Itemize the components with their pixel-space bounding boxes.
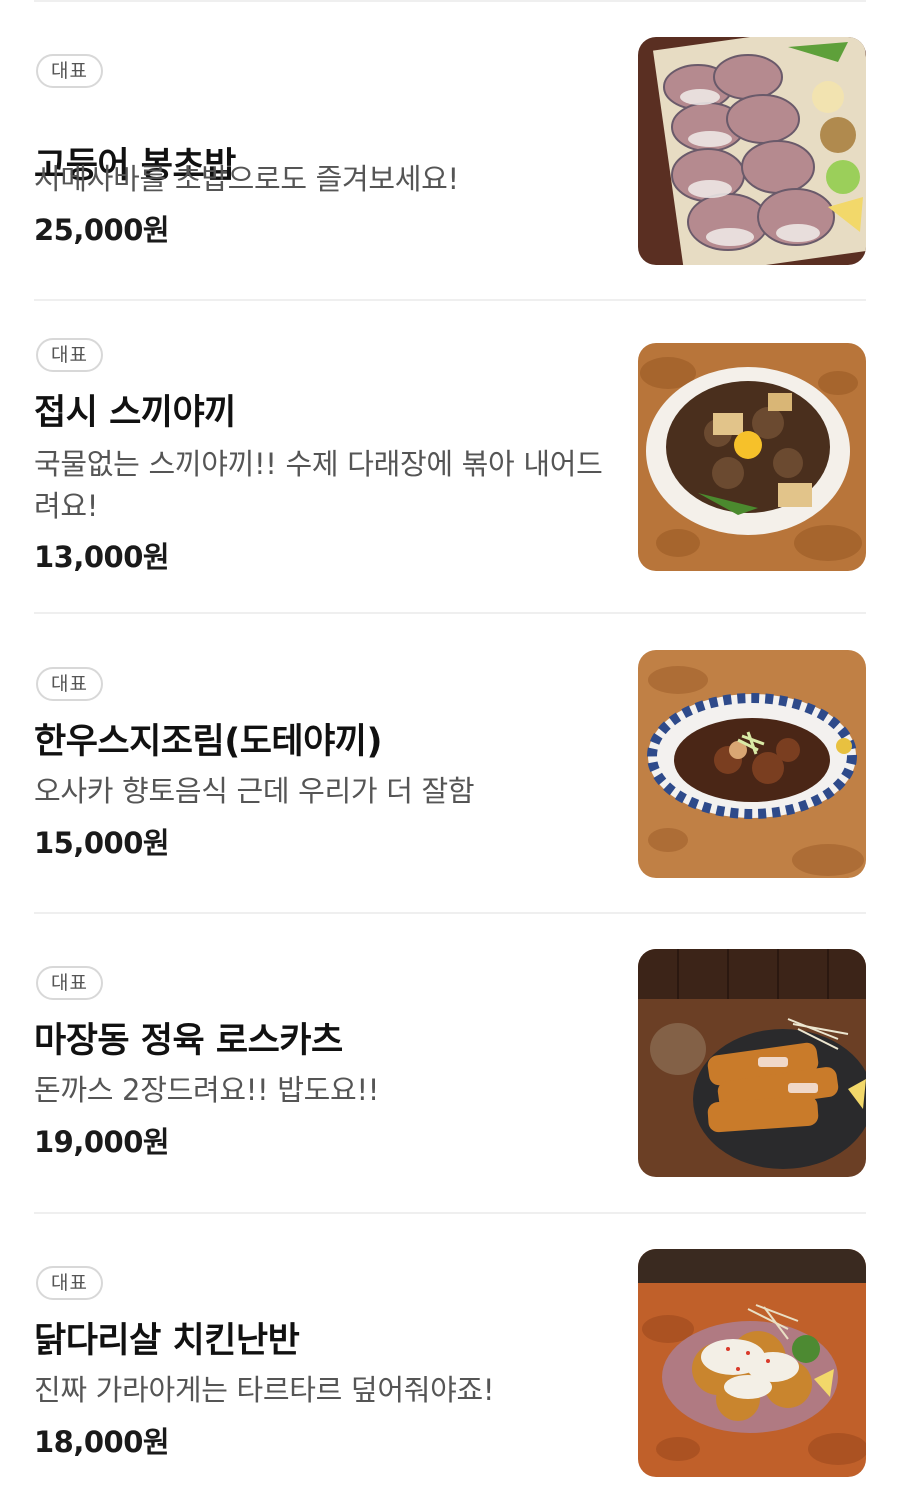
chicken-nanban-photo[interactable] (638, 1249, 866, 1477)
menu-divider (34, 1212, 866, 1214)
menu-item-description: 시메사바를 초밥으로도 즐겨보세요! (34, 162, 459, 196)
menu-item[interactable]: 대표 닭다리살 치킨난반 진짜 가라아게는 타르타르 덮어줘야죠! 18,000… (34, 1249, 866, 1477)
sukiyaki-plate-photo[interactable] (638, 343, 866, 571)
menu-item[interactable]: 대표 마장동 정육 로스카츠 돈까스 2장드려요!! 밥도요!! 19,000원 (34, 949, 866, 1177)
top-divider (34, 0, 866, 2)
pork-cutlet-photo[interactable] (638, 949, 866, 1177)
signature-badge: 대표 (36, 1266, 103, 1300)
menu-item-price: 19,000원 (34, 1125, 170, 1159)
menu-item-price: 13,000원 (34, 540, 170, 574)
menu-item[interactable]: 대표 고등어 봉초밥 시메사바를 초밥으로도 즐겨보세요! 25,000원 (34, 37, 866, 265)
mackerel-sushi-photo[interactable] (638, 37, 866, 265)
menu-item-price: 18,000원 (34, 1425, 170, 1459)
menu-item-description: 오사카 향토음식 근데 우리가 더 잘함 (34, 774, 475, 808)
menu-item-name: 접시 스끼야끼 (34, 393, 236, 433)
menu-divider (34, 299, 866, 301)
beef-tendon-stew-photo[interactable] (638, 650, 866, 878)
signature-badge: 대표 (36, 338, 103, 372)
menu-item-name: 마장동 정육 로스카츠 (34, 1021, 343, 1061)
menu-divider (34, 612, 866, 614)
menu-item-price: 15,000원 (34, 826, 170, 860)
menu-item-name: 한우스지조림(도테야끼) (34, 722, 383, 762)
signature-badge: 대표 (36, 667, 103, 701)
menu-item-description: 진짜 가라아게는 타르타르 덮어줘야죠! (34, 1373, 495, 1407)
menu-item-name: 닭다리살 치킨난반 (34, 1321, 300, 1361)
signature-badge: 대표 (36, 54, 103, 88)
menu-item-description: 돈까스 2장드려요!! 밥도요!! (34, 1073, 380, 1107)
signature-badge: 대표 (36, 966, 103, 1000)
menu-item-description: 국물없는 스끼야끼!! 수제 다래장에 볶아 내어드려요! (34, 447, 603, 523)
menu-item[interactable]: 대표 한우스지조림(도테야끼) 오사카 향토음식 근데 우리가 더 잘함 15,… (34, 650, 866, 878)
menu-item[interactable]: 대표 접시 스끼야끼 국물없는 스끼야끼!! 수제 다래장에 볶아 내어드려요!… (34, 338, 866, 574)
menu-divider (34, 912, 866, 914)
menu-item-price: 25,000원 (34, 213, 170, 247)
